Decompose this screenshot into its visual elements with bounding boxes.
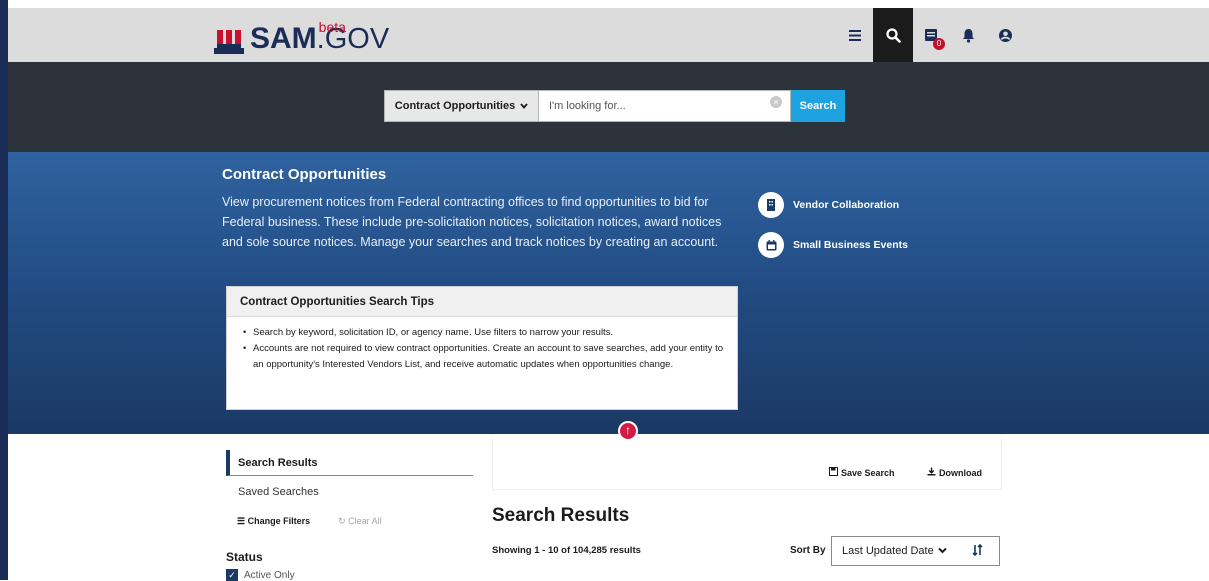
change-filters-button[interactable]: ☰ Change Filters <box>237 516 310 527</box>
clear-all-button[interactable]: ↻ Clear All <box>338 516 382 527</box>
search-tip-item: Search by keyword, solicitation ID, or a… <box>243 325 723 341</box>
save-search-button[interactable]: Save Search <box>829 467 895 478</box>
nav-icon-group: 0 <box>836 8 1024 62</box>
sam-gov-logo[interactable]: SAM beta .GOV <box>214 19 390 55</box>
sidenav-item-saved-searches[interactable]: Saved Searches <box>226 479 473 505</box>
vendor-collaboration-label: Vendor Collaboration <box>793 199 900 211</box>
page: SAM beta .GOV 0 Contract Opportunities I… <box>8 0 1209 581</box>
building-icon <box>758 192 784 218</box>
page-title: Contract Opportunities <box>222 166 387 183</box>
sort-direction-button[interactable] <box>956 536 1000 566</box>
hero-side-links: Vendor Collaboration Small Business Even… <box>758 192 908 272</box>
search-placeholder: I'm looking for... <box>549 100 626 112</box>
search-form: Contract Opportunities I'm looking for..… <box>384 90 845 122</box>
search-input[interactable]: I'm looking for... × <box>539 90 791 122</box>
logo-sam-text: SAM <box>250 22 317 55</box>
search-icon[interactable] <box>873 8 913 62</box>
download-label: Download <box>939 467 982 478</box>
top-navigation: SAM beta .GOV 0 <box>8 0 1209 62</box>
clear-all-label: Clear All <box>348 516 382 526</box>
search-domain-value: Contract Opportunities <box>394 100 516 112</box>
calendar-icon <box>758 232 784 258</box>
chevron-down-icon <box>520 100 528 112</box>
download-button[interactable]: Download <box>927 467 982 478</box>
search-domain-select[interactable]: Contract Opportunities <box>384 90 539 122</box>
chevron-down-icon <box>938 545 947 557</box>
sidenav-item-search-results[interactable]: Search Results <box>226 450 473 476</box>
search-button[interactable]: Search <box>791 90 845 122</box>
sort-by-value: Last Updated Date <box>842 545 934 557</box>
filter-actions: ☰ Change Filters ↻ Clear All <box>237 516 382 527</box>
results-heading: Search Results <box>492 505 630 526</box>
user-icon[interactable] <box>987 8 1024 62</box>
bell-icon[interactable] <box>950 8 987 62</box>
floppy-disk-icon <box>829 467 838 478</box>
hero-banner: Contract Opportunities View procurement … <box>8 152 1209 434</box>
menu-icon[interactable] <box>836 8 873 62</box>
beta-badge: beta <box>318 19 346 35</box>
save-search-label: Save Search <box>841 467 895 478</box>
download-icon <box>927 467 936 478</box>
checkmark-icon: ✓ <box>226 569 238 581</box>
search-tips-title: Contract Opportunities Search Tips <box>227 287 737 317</box>
reset-icon: ↻ <box>338 516 346 526</box>
hero-description: View procurement notices from Federal co… <box>222 195 722 249</box>
small-business-events-link[interactable]: Small Business Events <box>758 232 908 258</box>
sort-by-select[interactable]: Last Updated Date <box>831 536 957 566</box>
vendor-collaboration-link[interactable]: Vendor Collaboration <box>758 192 908 218</box>
search-band: Contract Opportunities I'm looking for..… <box>8 62 1209 152</box>
active-only-label: Active Only <box>244 569 295 581</box>
active-only-checkbox[interactable]: ✓ Active Only <box>226 569 295 581</box>
sliders-icon: ☰ <box>237 516 246 526</box>
logo-gov-text: beta .GOV <box>317 19 390 54</box>
workspace-icon[interactable]: 0 <box>913 8 950 62</box>
scroll-up-icon[interactable]: ↑ <box>618 421 638 441</box>
change-filters-label: Change Filters <box>247 516 311 526</box>
search-tips-list: Search by keyword, solicitation ID, or a… <box>227 317 737 373</box>
uncle-sam-hat-icon <box>214 26 244 54</box>
results-sidenav: Search Results Saved Searches ☰ Change F… <box>226 450 473 581</box>
results-count: Showing 1 - 10 of 104,285 results <box>492 545 641 556</box>
notification-count-badge: 0 <box>933 38 945 50</box>
results-actions-card: Save Search Download <box>492 438 1002 490</box>
status-filter-label: Status <box>226 550 263 564</box>
search-tip-item: Accounts are not required to view contra… <box>243 341 723 373</box>
clear-search-icon[interactable]: × <box>770 96 782 108</box>
search-tips-card: Contract Opportunities Search Tips Searc… <box>226 286 738 410</box>
left-edge-bar <box>0 0 8 580</box>
sort-by-label: Sort By <box>790 545 826 556</box>
sort-direction-icon <box>971 543 984 559</box>
small-business-events-label: Small Business Events <box>793 239 908 251</box>
